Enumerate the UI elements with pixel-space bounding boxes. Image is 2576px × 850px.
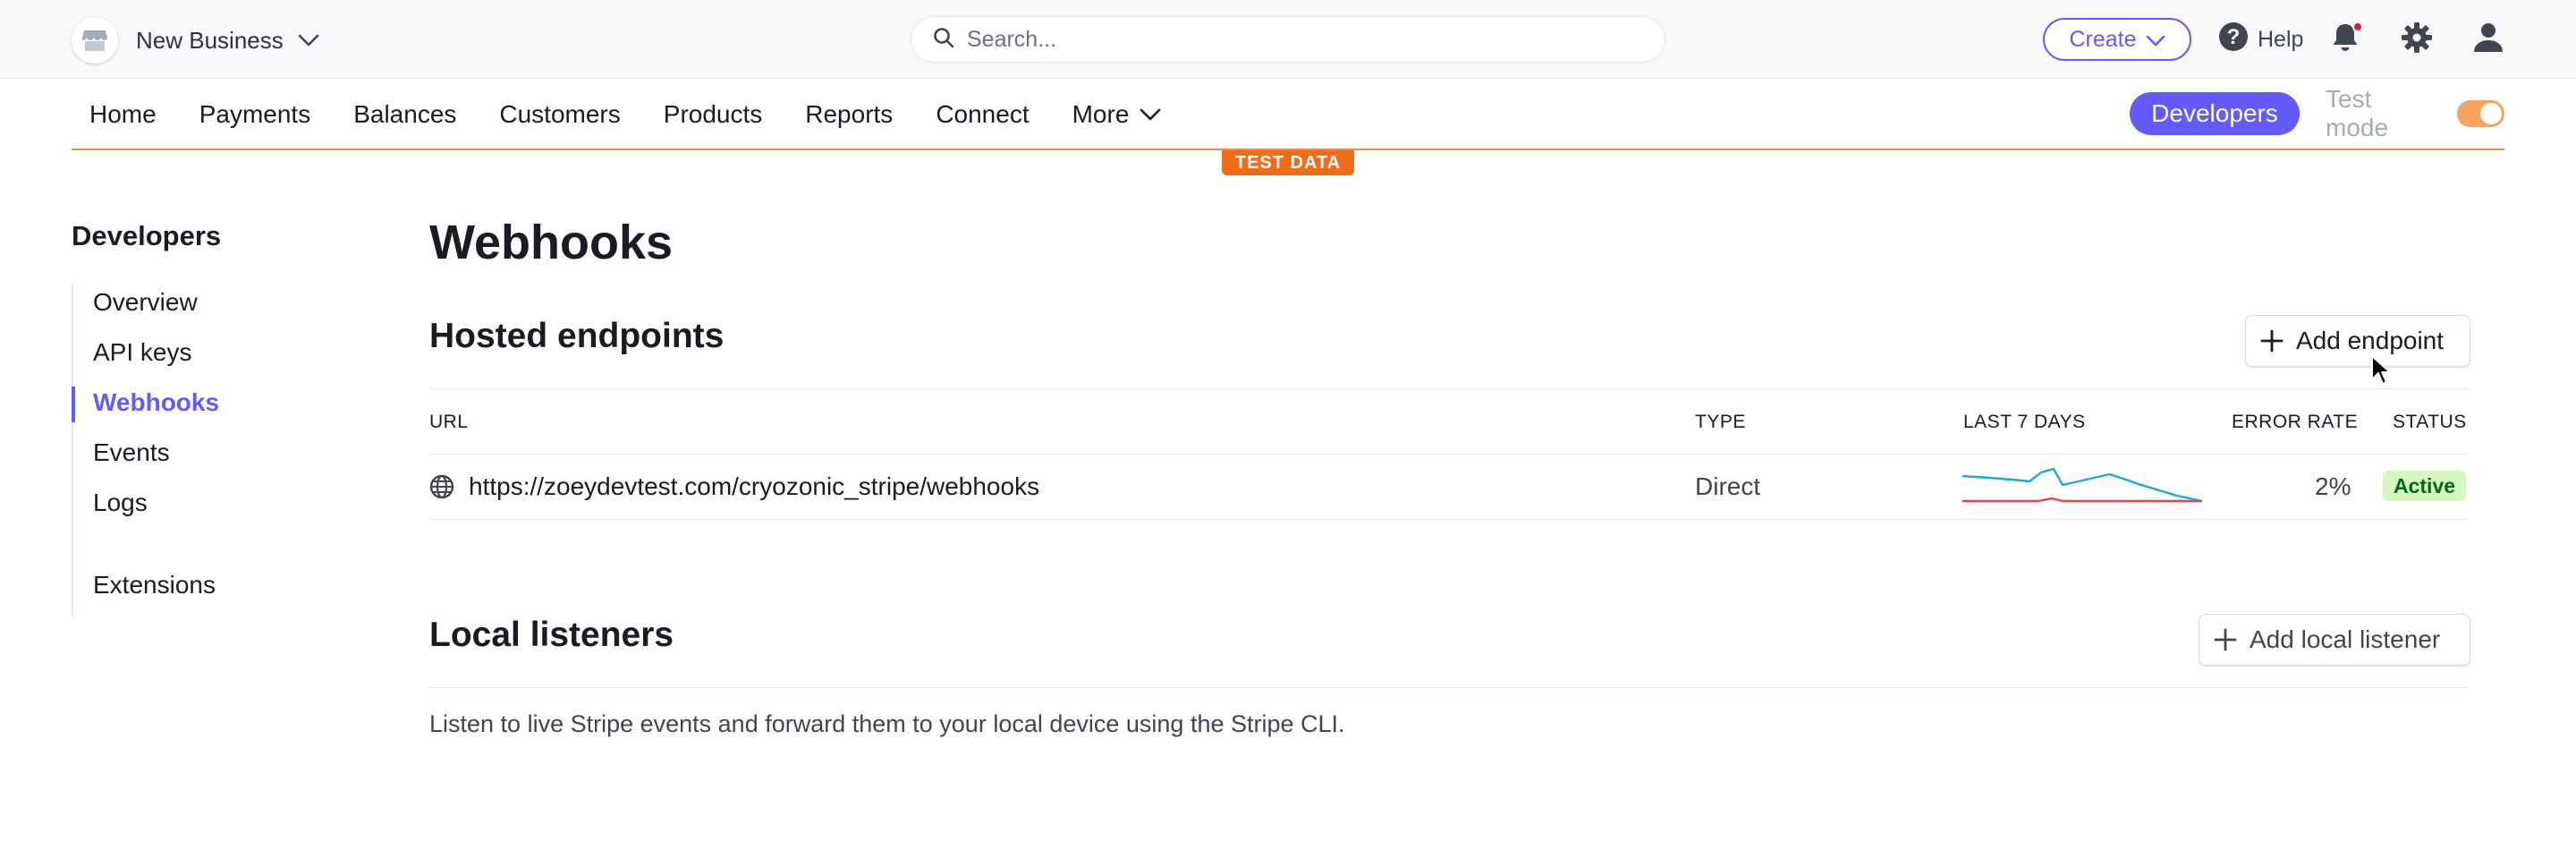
sidebar-active-indicator <box>72 387 75 422</box>
sidebar: Overview API keys Webhooks Events Logs E… <box>72 285 286 617</box>
help-icon: ? <box>2218 21 2249 58</box>
nav-item-balances[interactable]: Balances <box>353 100 456 129</box>
sidebar-item-webhooks[interactable]: Webhooks <box>93 388 219 417</box>
business-name: New Business <box>136 26 284 54</box>
settings-button[interactable] <box>2401 21 2436 57</box>
nav-item-payments[interactable]: Payments <box>199 100 311 129</box>
account-button[interactable] <box>2472 21 2508 57</box>
hosted-endpoints-title: Hosted endpoints <box>429 317 724 355</box>
sparkline-success-line <box>1962 467 2203 503</box>
create-button[interactable]: Create <box>2043 18 2191 61</box>
notification-dot <box>2352 21 2363 32</box>
activity-sparkline <box>1962 463 2204 514</box>
globe-icon <box>429 474 454 506</box>
divider <box>429 687 2469 688</box>
store-icon <box>72 17 118 64</box>
developers-button[interactable]: Developers <box>2130 92 2300 135</box>
sidebar-item-logs[interactable]: Logs <box>93 489 148 517</box>
page-title: Webhooks <box>429 216 674 269</box>
endpoint-type: Direct <box>1695 472 1761 500</box>
add-local-listener-button[interactable]: Add local listener <box>2199 614 2470 666</box>
svg-text:?: ? <box>2227 25 2241 49</box>
nav-item-connect[interactable]: Connect <box>936 100 1029 129</box>
user-icon <box>2474 23 2503 52</box>
add-endpoint-button[interactable]: Add endpoint <box>2245 315 2470 367</box>
search-icon <box>933 27 954 53</box>
error-rate-value: 2% <box>2315 472 2351 500</box>
nav-item-customers[interactable]: Customers <box>499 100 620 129</box>
chevron-down-icon <box>1140 108 1161 121</box>
mouse-cursor-icon <box>2371 355 2391 385</box>
plus-icon <box>2214 628 2237 651</box>
toggle-switch[interactable] <box>2456 100 2504 127</box>
notifications-button[interactable] <box>2331 21 2367 57</box>
column-header-type: TYPE <box>1695 412 1746 432</box>
nav-item-more[interactable]: More <box>1072 100 1162 129</box>
toggle-knob <box>2480 103 2502 124</box>
sidebar-item-extensions[interactable]: Extensions <box>93 571 216 599</box>
test-mode-label: Test mode <box>2326 85 2389 141</box>
test-mode-toggle[interactable]: Test mode <box>2326 85 2504 141</box>
divider <box>429 519 2469 520</box>
sidebar-item-overview[interactable]: Overview <box>93 288 198 317</box>
nav-item-reports[interactable]: Reports <box>805 100 893 129</box>
nav-more-label: More <box>1072 100 1130 128</box>
main-nav: Home Payments Balances Customers Product… <box>72 79 2504 150</box>
top-bar: New Business Create ? Help <box>0 0 2576 79</box>
gear-icon <box>2402 22 2432 53</box>
nav-item-products[interactable]: Products <box>664 100 763 129</box>
search-bar[interactable] <box>911 16 1665 63</box>
search-input[interactable] <box>967 26 1629 53</box>
column-header-status: STATUS <box>2393 412 2467 432</box>
column-header-url: URL <box>429 412 469 432</box>
business-switcher[interactable]: New Business <box>72 17 319 64</box>
table-row[interactable]: https://zoeydevtest.com/cryozonic_stripe… <box>429 455 2469 519</box>
help-button[interactable]: ? Help <box>2218 20 2303 59</box>
local-listeners-description: Listen to live Stripe events and forward… <box>429 710 1345 737</box>
add-local-listener-label: Add local listener <box>2250 625 2441 653</box>
column-header-error-rate: ERROR RATE <box>2232 412 2359 432</box>
create-label: Create <box>2069 26 2137 52</box>
sidebar-title: Developers <box>72 220 222 251</box>
nav-item-home[interactable]: Home <box>89 100 157 129</box>
chevron-down-icon <box>298 34 319 47</box>
status-badge: Active <box>2383 471 2467 501</box>
sidebar-item-events[interactable]: Events <box>93 438 170 467</box>
endpoint-url[interactable]: https://zoeydevtest.com/cryozonic_stripe… <box>469 472 1039 501</box>
sparkline-error-line <box>1962 497 2202 503</box>
column-header-last-7-days: LAST 7 DAYS <box>1963 412 2086 432</box>
sidebar-item-api-keys[interactable]: API keys <box>93 338 191 367</box>
divider <box>429 388 2469 389</box>
add-endpoint-label: Add endpoint <box>2296 327 2445 354</box>
plus-icon <box>2260 329 2284 353</box>
help-label: Help <box>2258 26 2304 52</box>
chevron-down-icon <box>2146 27 2165 53</box>
local-listeners-title: Local listeners <box>429 616 674 654</box>
test-data-badge: TEST DATA <box>1222 150 1354 175</box>
